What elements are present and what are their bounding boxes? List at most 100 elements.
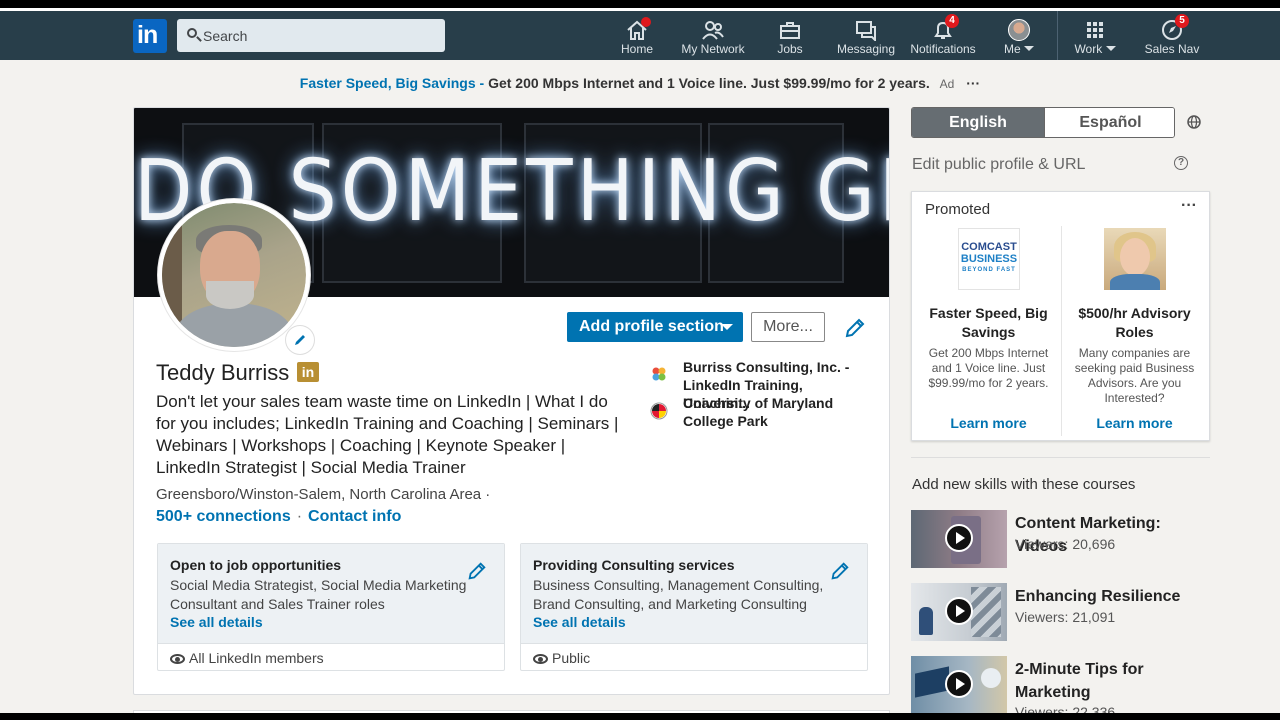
course-item[interactable]: Content Marketing: Videos Viewers: 20,69… [911,510,1211,568]
visibility-label: Public [533,650,590,666]
ad-menu-icon[interactable]: ··· [966,75,980,91]
language-switch: English Español [911,107,1175,138]
edit-pencil-icon[interactable] [466,560,488,582]
course-title: 2-Minute Tips for Marketing [1015,661,1144,701]
see-all-details-link[interactable]: See all details [533,614,626,630]
search-box[interactable] [177,19,445,52]
learn-more-link[interactable]: Learn more [1062,415,1207,431]
sales-nav-badge: 5 [1175,14,1189,28]
nav-home[interactable]: Home [617,11,657,60]
university-logo-icon [650,402,668,420]
ad-text: Get 200 Mbps Internet and 1 Voice line. … [488,75,930,91]
open-to-jobs-box[interactable]: Open to job opportunities Social Media S… [157,543,505,671]
divider [1061,226,1062,436]
promoted-card: Promoted ··· COMCAST BUSINESS BEYOND FAS… [911,191,1210,441]
courses-heading: Add new skills with these courses [912,476,1136,493]
edit-pencil-icon[interactable] [829,560,851,582]
learn-more-link[interactable]: Learn more [916,415,1061,431]
video-letterbox-top [0,0,1280,8]
caret-down-icon [721,324,733,330]
promoted-headline: $500/hr Advisory Roles [1078,305,1191,340]
course-item[interactable]: Enhancing Resilience Viewers: 21,091 [911,583,1211,641]
box-description: Business Consulting, Management Consulti… [533,577,824,612]
nav-work[interactable]: Work [1070,11,1120,60]
lang-english-button[interactable]: English [912,108,1044,137]
more-button[interactable]: More... [751,312,825,342]
box-title: Providing Consulting services [533,557,735,573]
profile-card: DO SOMETHING GREAT Add profile section M… [133,107,890,695]
lang-espanol-button[interactable]: Español [1044,108,1174,137]
nav-sales-nav-label: Sales Nav [1144,42,1200,56]
nav-sales-nav[interactable]: 5 Sales Nav [1143,11,1201,60]
nav-jobs-label: Jobs [777,42,803,56]
consulting-services-box[interactable]: Providing Consulting services Business C… [520,543,868,671]
contact-info-link[interactable]: Contact info [308,508,401,525]
nav-divider [1057,11,1058,60]
divider [911,457,1210,458]
network-icon [702,21,724,40]
me-avatar [1008,19,1030,41]
nav-me[interactable]: Me [998,11,1040,60]
company-logo-icon [652,367,666,381]
play-icon [945,597,973,625]
edit-public-profile-link[interactable]: Edit public profile & URL [912,156,1085,174]
promoted-title: Promoted [925,201,991,218]
edit-intro-pencil-icon[interactable] [843,316,867,340]
profile-location: Greensboro/Winston-Salem, North Carolina… [156,486,491,503]
video-letterbox-bottom [0,713,1280,720]
course-thumbnail [911,583,1007,641]
connections-link[interactable]: 500+ connections [156,508,291,525]
visibility-label: All LinkedIn members [170,650,324,666]
promoted-menu-icon[interactable]: ··· [1181,197,1197,215]
connections-row: 500+ connections · Contact info [156,508,401,526]
grid-icon [1087,22,1103,38]
box-title: Open to job opportunities [170,557,342,573]
edit-photo-button[interactable] [286,326,314,354]
top-ad-banner[interactable]: Faster Speed, Big Savings - Get 200 Mbps… [0,75,1280,91]
search-input[interactable] [203,19,433,52]
nav-messaging-label: Messaging [836,42,896,56]
chevron-down-icon [1024,46,1034,51]
help-icon[interactable]: ? [1174,156,1188,170]
home-dot [641,17,651,27]
nav-home-label: Home [620,42,653,56]
chevron-down-icon [1105,46,1116,51]
course-viewers: Viewers: 21,091 [1015,609,1116,625]
nav-jobs[interactable]: Jobs [770,11,810,60]
ad-link[interactable]: Faster Speed, Big Savings - [300,75,484,91]
promoted-description: Get 200 Mbps Internet and 1 Voice line. … [928,346,1049,390]
nav-notifications[interactable]: 4 Notifications [907,11,979,60]
profile-name: Teddy Burriss [156,360,290,385]
eye-icon [170,654,185,664]
comcast-business-logo: COMCAST BUSINESS BEYOND FAST [958,228,1020,290]
global-nav: in Home My Network Jobs Messaging 4 Noti… [0,11,1280,60]
globe-icon[interactable] [1187,115,1201,129]
screen: in Home My Network Jobs Messaging 4 Noti… [0,0,1280,720]
course-viewers: Viewers: 20,696 [1015,536,1116,552]
profile-headline: Don't let your sales team waste time on … [156,392,619,477]
eye-icon [533,654,548,664]
nav-network-label: My Network [681,42,745,56]
premium-badge-icon: in [297,362,319,382]
video-letterbox-line [0,8,1280,11]
nav-my-network[interactable]: My Network [678,11,748,60]
separator: · [296,508,303,525]
course-thumbnail [911,656,1007,714]
course-item[interactable]: 2-Minute Tips for Marketing Viewers: 22,… [911,656,1211,720]
education[interactable]: University of Maryland College Park [683,394,873,430]
nav-work-label: Work [1070,42,1120,56]
add-profile-section-button[interactable]: Add profile section [567,312,743,342]
course-title: Enhancing Resilience [1015,588,1181,605]
nav-notifications-label: Notifications [910,42,976,56]
course-thumbnail [911,510,1007,568]
nav-messaging[interactable]: Messaging [835,11,897,60]
messaging-icon [856,21,876,41]
briefcase-icon [780,22,800,39]
nav-me-label: Me [998,42,1040,56]
promoted-description: Many companies are seeking paid Business… [1074,346,1195,405]
linkedin-logo[interactable]: in [133,19,167,53]
pencil-icon [295,335,305,345]
search-icon [187,28,197,38]
see-all-details-link[interactable]: See all details [170,614,263,630]
play-icon [945,524,973,552]
